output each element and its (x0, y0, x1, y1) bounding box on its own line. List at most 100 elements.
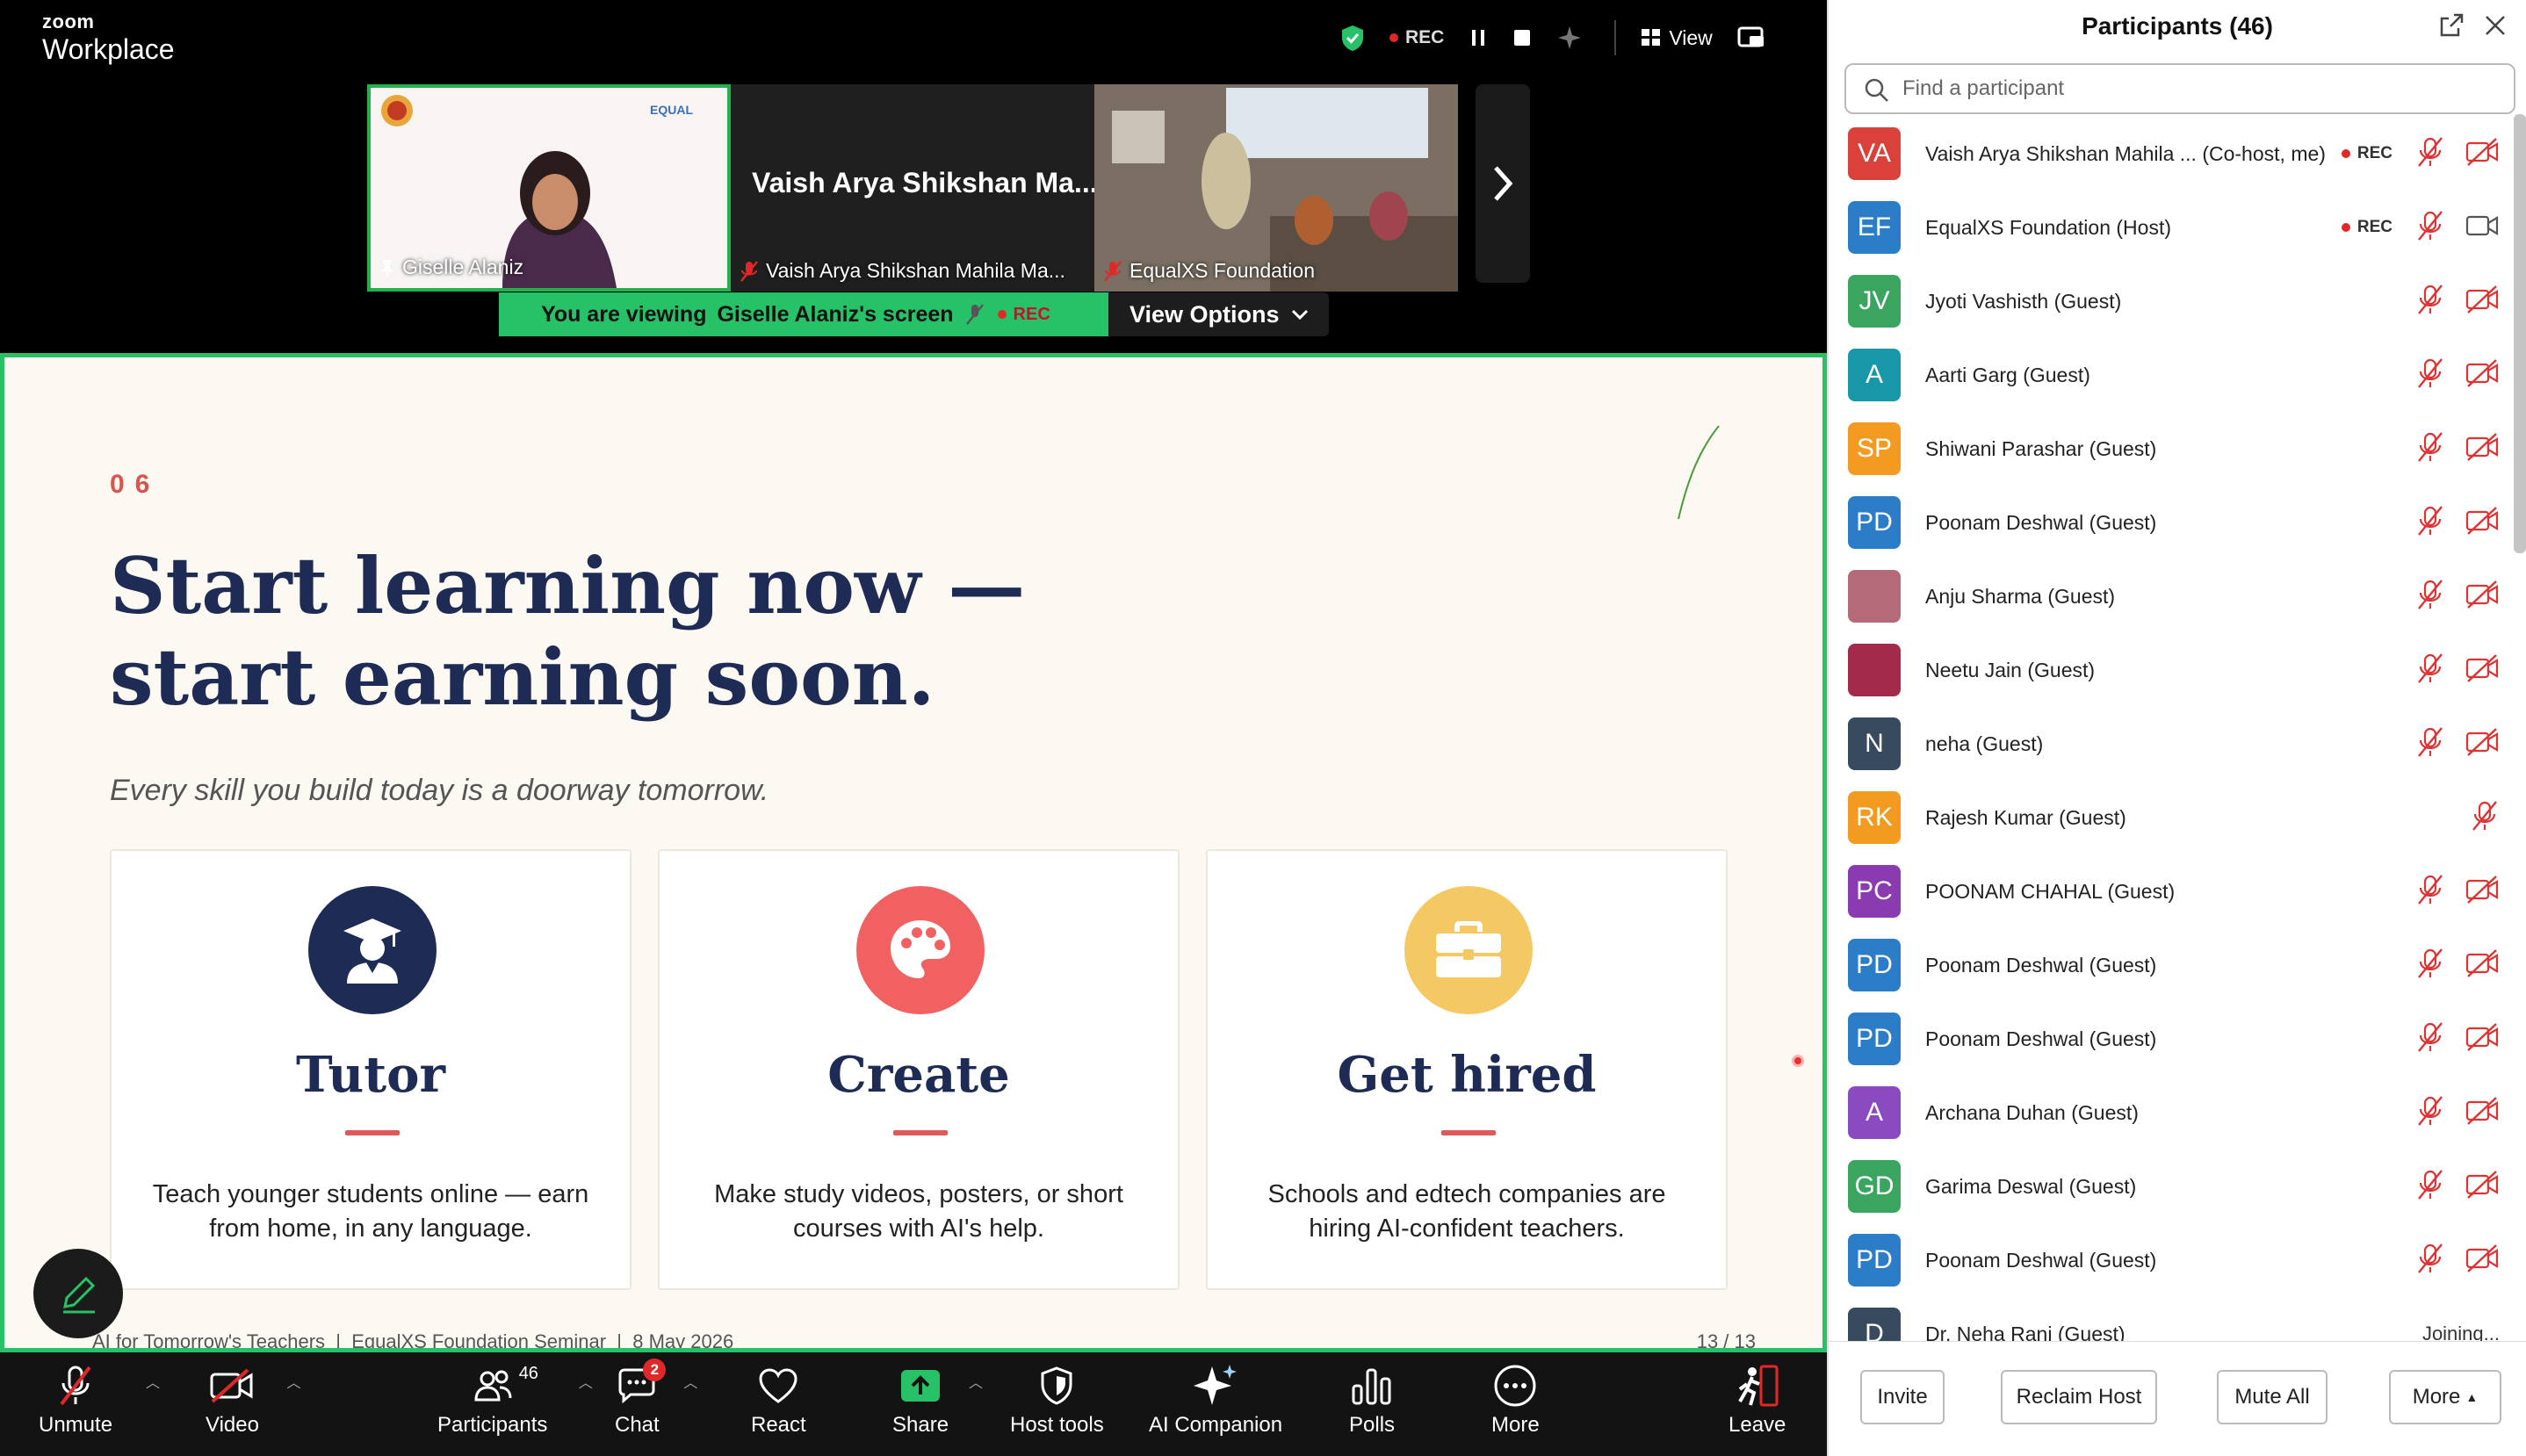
viewing-screen: Giselle Alaniz's screen (717, 301, 954, 327)
next-page-button[interactable] (1476, 84, 1530, 283)
video-status[interactable] (2465, 358, 2500, 393)
mic-status[interactable] (2415, 357, 2445, 393)
video-status[interactable] (2465, 948, 2500, 983)
participant-row[interactable]: VA Vaish Arya Shikshan Mahila ... (Co-hos… (1829, 117, 2526, 191)
screen-share-banner: You are viewing Giselle Alaniz's screen … (499, 292, 1329, 336)
video-status[interactable] (2465, 285, 2500, 319)
video-off-icon (2465, 875, 2499, 904)
heart-icon (759, 1368, 797, 1403)
more-options-button[interactable]: More ▲ (2389, 1370, 2501, 1424)
participant-list-scrollbar[interactable] (2514, 114, 2526, 553)
mute-all-button[interactable]: Mute All (2217, 1370, 2328, 1424)
participant-row[interactable]: PD Poonam Deshwal (Guest) (1829, 928, 2526, 1002)
participants-panel: Participants (46) Find a participant VA V… (1827, 0, 2526, 1456)
video-status[interactable] (2465, 1022, 2500, 1056)
participant-row[interactable]: D Dr. Neha Rani (Guest) Joining... (1829, 1297, 2526, 1341)
mic-status[interactable] (2415, 210, 2445, 246)
mic-status[interactable] (2415, 284, 2445, 320)
rec-label: REC (2356, 144, 2392, 162)
video-status[interactable] (2465, 506, 2500, 540)
video-status[interactable] (2465, 1243, 2500, 1278)
pause-recording-button[interactable] (1469, 28, 1488, 47)
stop-recording-button[interactable] (1512, 28, 1532, 47)
video-status[interactable] (2465, 580, 2500, 614)
participant-row[interactable]: A Archana Duhan (Guest) (1829, 1076, 2526, 1150)
video-status[interactable] (2465, 727, 2500, 761)
more-options-label: More (2412, 1385, 2461, 1409)
video-tile-vaish[interactable]: Vaish Arya Shikshan Ma... Vaish Arya Shi… (731, 84, 1094, 292)
share-button[interactable]: ︿ Share (892, 1359, 983, 1438)
participant-row[interactable]: EF EqualXS Foundation (Host) REC (1829, 191, 2526, 264)
unmute-button[interactable]: ︿ Unmute (39, 1359, 160, 1438)
ai-companion-button[interactable]: AI Companion (1149, 1359, 1282, 1438)
participant-row[interactable]: PD Poonam Deshwal (Guest) (1829, 486, 2526, 559)
mic-status[interactable] (2415, 1021, 2445, 1057)
participant-row[interactable]: Anju Sharma (Guest) (1829, 559, 2526, 633)
host-tools-button[interactable]: Host tools (1010, 1359, 1104, 1438)
pop-out-icon[interactable] (2438, 12, 2465, 39)
video-status[interactable] (2465, 137, 2500, 171)
close-icon[interactable] (2482, 12, 2508, 39)
participant-row[interactable]: Nneha (Guest) (1829, 707, 2526, 781)
slide-page-number: 13 / 13 (1696, 1330, 1756, 1352)
mic-status[interactable] (2415, 505, 2445, 541)
rec-dot-icon (2341, 223, 2350, 232)
video-status[interactable] (2465, 1096, 2500, 1130)
participant-row[interactable]: PD Poonam Deshwal (Guest) (1829, 1002, 2526, 1076)
card-title: Tutor (296, 1046, 445, 1104)
window-mode-icon[interactable] (1737, 25, 1765, 50)
more-button[interactable]: More (1491, 1359, 1540, 1438)
participant-row[interactable]: JV Jyoti Vashisth (Guest) (1829, 264, 2526, 338)
video-off-icon (2465, 1243, 2499, 1272)
view-button[interactable]: View (1641, 26, 1713, 50)
leave-button[interactable]: Leave (1729, 1359, 1786, 1438)
chat-button[interactable]: 2 ︿ Chat (615, 1359, 697, 1438)
security-shield-icon[interactable] (1340, 24, 1365, 52)
video-button[interactable]: ︿ Video (206, 1359, 300, 1438)
recording-indicator: REC (2341, 144, 2392, 163)
mic-status[interactable] (2415, 652, 2445, 688)
participant-row[interactable]: GD Garima Deswal (Guest) (1829, 1150, 2526, 1223)
annotation-stroke (1678, 425, 1720, 520)
avatar: PD (1848, 496, 1901, 549)
participant-row[interactable]: RK Rajesh Kumar (Guest) (1829, 781, 2526, 854)
mic-status[interactable] (2415, 431, 2445, 467)
participant-row[interactable]: PD Poonam Deshwal (Guest) (1829, 1223, 2526, 1297)
participant-row[interactable]: SP Shiwani Parashar (Guest) (1829, 412, 2526, 486)
invite-button[interactable]: Invite (1860, 1370, 1945, 1424)
video-status[interactable] (2465, 1170, 2500, 1204)
mic-status[interactable] (2415, 136, 2445, 172)
video-tile-giselle[interactable]: EQUAL Giselle Alaniz (367, 84, 731, 292)
mic-status[interactable] (2415, 726, 2445, 762)
mic-status[interactable] (2415, 579, 2445, 615)
ai-sparkle-icon[interactable] (1556, 25, 1583, 51)
card-underline (893, 1130, 948, 1135)
video-status[interactable] (2465, 653, 2500, 688)
muted-mic-icon (2418, 726, 2443, 757)
video-status[interactable] (2465, 211, 2500, 245)
participant-row[interactable]: Neetu Jain (Guest) (1829, 633, 2526, 707)
view-options-button[interactable]: View Options (1108, 292, 1329, 336)
avatar: PD (1848, 939, 1901, 991)
polls-button[interactable]: Polls (1349, 1359, 1395, 1438)
video-tile-equalxs[interactable]: EqualXS Foundation (1094, 84, 1458, 292)
annotate-pen-button[interactable] (33, 1249, 123, 1338)
participant-row[interactable]: A Aarti Garg (Guest) (1829, 338, 2526, 412)
mic-status[interactable] (2415, 1243, 2445, 1279)
participant-status (2415, 357, 2500, 393)
mic-status[interactable] (2470, 800, 2500, 836)
brand-big: Workplace (42, 33, 175, 65)
participants-button[interactable]: 46 ︿ Participants (437, 1359, 593, 1438)
video-status[interactable] (2465, 432, 2500, 466)
reclaim-host-button[interactable]: Reclaim Host (2001, 1370, 2157, 1424)
mic-status[interactable] (2415, 874, 2445, 910)
mic-status[interactable] (2415, 1095, 2445, 1131)
react-button[interactable]: React (751, 1359, 806, 1438)
rec-dot-icon (2341, 149, 2350, 158)
video-status[interactable] (2465, 875, 2500, 909)
mic-status[interactable] (2415, 1169, 2445, 1205)
participant-row[interactable]: PC POONAM CHAHAL (Guest) (1829, 854, 2526, 928)
muted-mic-icon (2418, 505, 2443, 536)
mic-status[interactable] (2415, 948, 2445, 984)
participant-search-input[interactable]: Find a participant (1844, 63, 2515, 114)
